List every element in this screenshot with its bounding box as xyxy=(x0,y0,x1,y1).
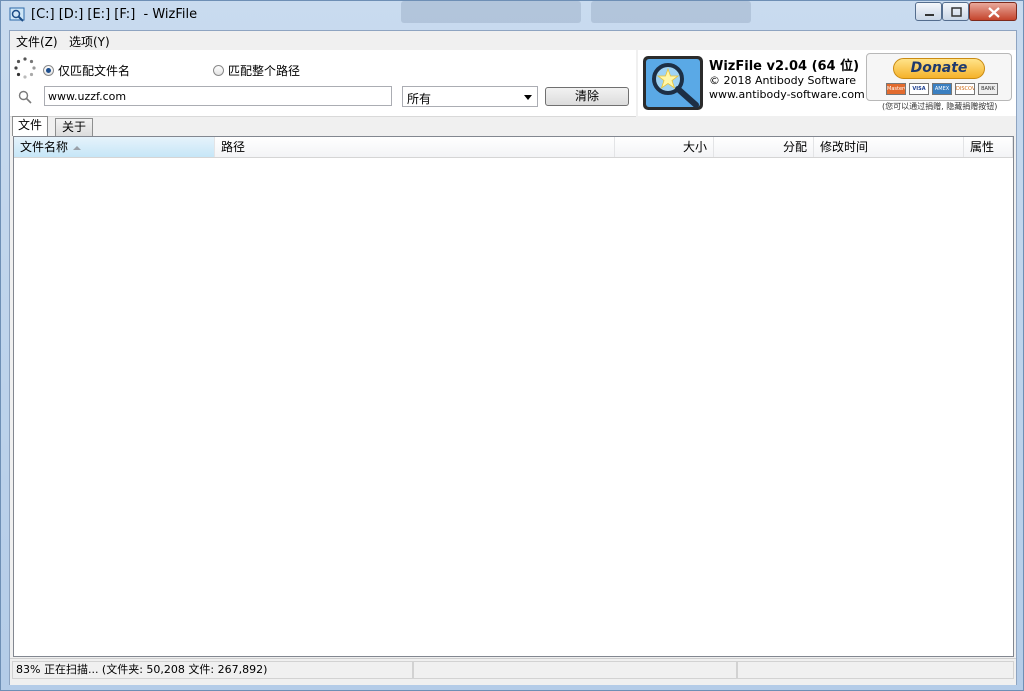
clear-button[interactable]: 清除 xyxy=(545,87,629,106)
maximize-button[interactable] xyxy=(942,2,969,21)
donate-button[interactable]: Donate xyxy=(893,58,985,79)
file-type-filter-select[interactable]: 所有 xyxy=(402,86,538,107)
filter-selected-value: 所有 xyxy=(407,92,432,106)
column-header-attributes[interactable]: 属性 xyxy=(964,137,1013,157)
mastercard-icon: MasterCard xyxy=(886,83,906,95)
tab-files[interactable]: 文件 xyxy=(12,116,48,136)
column-name-label: 文件名称 xyxy=(20,140,69,154)
search-panel: 仅匹配文件名 匹配整个路径 所有 清除 xyxy=(10,50,636,117)
website-link[interactable]: www.antibody-software.com xyxy=(709,88,865,101)
visa-icon: VISA xyxy=(909,83,929,95)
column-header-path[interactable]: 路径 xyxy=(215,137,615,157)
chevron-down-icon xyxy=(524,95,532,100)
column-header-size[interactable]: 大小 xyxy=(615,137,714,157)
client-area: 文件(Z) 选项(Y) 仅匹配文件名 匹配整个路径 www.uzzf.com 所… xyxy=(9,30,1017,685)
radio-filename-only[interactable]: 仅匹配文件名 xyxy=(43,62,130,79)
about-panel: WizFile v2.04 (64 位) © 2018 Antibody Sof… xyxy=(638,50,1016,116)
title-bar-blurred-area xyxy=(591,1,751,23)
wizfile-logo-icon xyxy=(643,56,703,110)
app-window: [C:] [D:] [E:] [F:] - WizFile 文件(Z) 选项(Y… xyxy=(0,0,1024,691)
loading-spinner-icon xyxy=(14,57,36,79)
status-segment-2 xyxy=(413,661,737,679)
close-button[interactable] xyxy=(969,2,1017,21)
column-header-allocated[interactable]: 分配 xyxy=(714,137,814,157)
radio-fullpath-label: 匹配整个路径 xyxy=(228,64,301,78)
column-header-modified[interactable]: 修改时间 xyxy=(814,137,964,157)
sort-ascending-icon xyxy=(73,145,82,150)
menu-file[interactable]: 文件(Z) xyxy=(16,33,58,50)
donate-note: (您可以通过捐赠, 隐藏捐赠按钮) xyxy=(882,102,998,111)
status-progress: 83% 正在扫描... (文件夹: 50,208 文件: 267,892) xyxy=(12,661,413,679)
window-title: [C:] [D:] [E:] [F:] - WizFile xyxy=(31,7,198,22)
menu-bar: 文件(Z) 选项(Y) xyxy=(10,31,1016,50)
tab-strip: 文件 关于 xyxy=(10,116,1016,136)
search-icon xyxy=(18,90,32,104)
status-segment-3 xyxy=(737,661,1014,679)
minimize-button[interactable] xyxy=(915,2,942,21)
tab-about[interactable]: 关于 xyxy=(55,118,93,136)
copyright-text: © 2018 Antibody Software xyxy=(709,74,857,87)
wizfile-app-icon xyxy=(9,7,25,22)
radio-full-path[interactable]: 匹配整个路径 xyxy=(213,62,300,79)
discover-icon: DISCOVER xyxy=(955,83,975,95)
radio-dot-selected xyxy=(43,65,54,76)
donate-box: Donate MasterCard VISA AMEX DISCOVER BAN… xyxy=(866,53,1012,101)
search-input[interactable] xyxy=(44,86,392,106)
bank-icon: BANK xyxy=(978,83,998,95)
title-bar-blurred-area xyxy=(401,1,581,23)
amex-icon: AMEX xyxy=(932,83,952,95)
list-header: 文件名称 路径 大小 分配 修改时间 属性 xyxy=(14,137,1013,158)
radio-dot xyxy=(213,65,224,76)
column-header-name[interactable]: 文件名称 xyxy=(14,137,215,157)
menu-options[interactable]: 选项(Y) xyxy=(69,33,110,50)
title-bar[interactable]: [C:] [D:] [E:] [F:] - WizFile xyxy=(1,1,1023,29)
product-name: WizFile v2.04 (64 位) xyxy=(709,59,860,74)
radio-filename-label: 仅匹配文件名 xyxy=(58,64,131,78)
status-bar: 83% 正在扫描... (文件夹: 50,208 文件: 267,892) xyxy=(10,658,1016,685)
file-list[interactable]: 文件名称 路径 大小 分配 修改时间 属性 xyxy=(13,136,1014,657)
